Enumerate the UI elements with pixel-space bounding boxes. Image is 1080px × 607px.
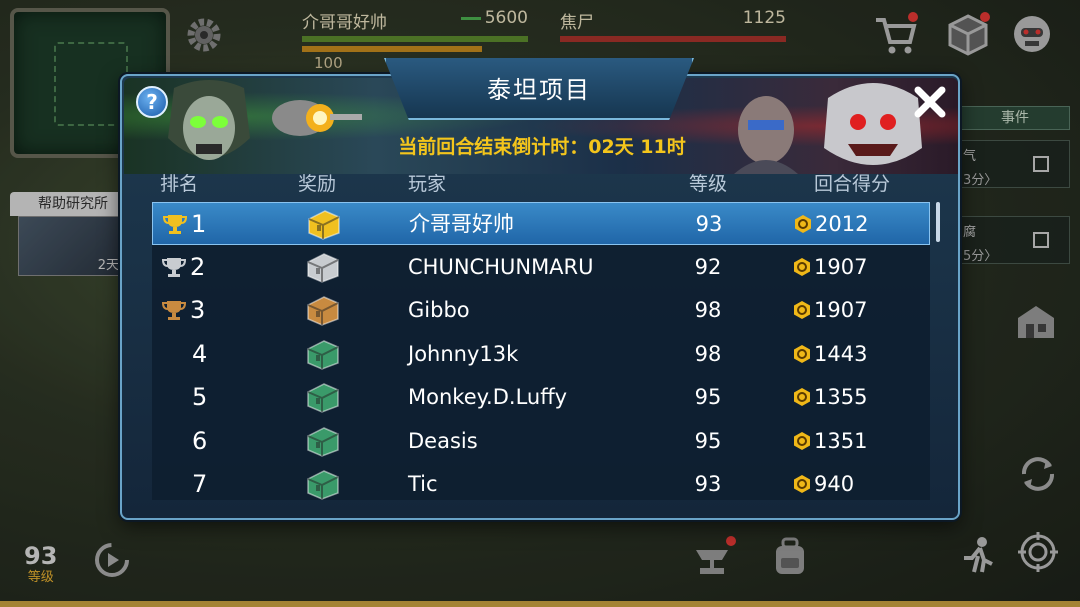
score-value: 1351 (814, 428, 868, 453)
score-coin-icon (794, 301, 810, 319)
player-name[interactable]: Johnny13k (408, 333, 668, 376)
player-level: 93 (695, 212, 723, 236)
score-value: 1907 (814, 254, 868, 279)
leaderboard-list[interactable]: 1 介哥哥好帅 93 2012 2 CHUNCHUNMARU 92 1907 3 Gibbo 98 1… (152, 202, 930, 500)
leaderboard-row[interactable]: 6 Deasis 95 1351 (152, 420, 930, 463)
leaderboard-header: 排名 奖励 玩家 等级 回合得分 (152, 166, 932, 202)
player-name[interactable]: 介哥哥好帅 (409, 203, 669, 246)
trophy-icon (162, 257, 186, 277)
rank-number: 3 (190, 296, 206, 324)
leaderboard-row[interactable]: 7 Tic 93 940 (152, 463, 930, 500)
rank-number: 7 (192, 470, 208, 498)
player-level: 98 (694, 298, 722, 322)
row-rank: 5 (162, 376, 232, 419)
round-score: 1907 (792, 289, 912, 332)
player-name[interactable]: Tic (408, 463, 668, 500)
row-rank: 2 (162, 246, 232, 289)
rank-number: 2 (190, 252, 206, 281)
header-score: 回合得分 (813, 173, 890, 195)
leaderboard-row[interactable]: 2 CHUNCHUNMARU 92 1907 (152, 246, 930, 289)
trophy-icon (162, 301, 186, 320)
player-level: 95 (694, 385, 722, 409)
round-score: 940 (792, 463, 912, 500)
row-rank: 6 (162, 420, 232, 463)
close-icon[interactable] (910, 82, 950, 122)
row-rank: 4 (162, 333, 232, 376)
reward-chest-icon[interactable] (304, 467, 344, 500)
trophy-icon (163, 215, 187, 234)
leaderboard-row[interactable]: 5 Monkey.D.Luffy 95 1355 (152, 376, 930, 419)
player-name[interactable]: Gibbo (408, 289, 668, 332)
player-name[interactable]: Deasis (408, 420, 668, 463)
rank-number: 5 (192, 383, 208, 411)
score-value: 1355 (814, 385, 868, 409)
leaderboard-row[interactable]: 3 Gibbo 98 1907 (152, 289, 930, 332)
score-value: 2012 (815, 212, 869, 236)
score-value: 1907 (814, 298, 868, 322)
leaderboard-row[interactable]: 4 Johnny13k 98 1443 (152, 333, 930, 376)
score-coin-icon (795, 215, 811, 233)
leaderboard-row[interactable]: 1 介哥哥好帅 93 2012 (152, 202, 930, 245)
score-coin-icon (794, 344, 810, 363)
row-rank: 1 (163, 203, 233, 246)
row-rank: 3 (162, 289, 232, 332)
row-rank: 7 (162, 463, 232, 500)
player-level: 98 (694, 341, 722, 366)
round-score: 1907 (792, 246, 912, 289)
score-coin-icon (794, 388, 810, 406)
score-value: 940 (814, 472, 855, 496)
round-score: 1351 (792, 420, 912, 463)
score-coin-icon (794, 475, 810, 493)
round-countdown: 当前回合结束倒计时：02天 11时 (398, 136, 686, 158)
rank-number: 1 (191, 210, 207, 238)
score-value: 1443 (814, 341, 868, 366)
titan-project-dialog: ? 当前回合结束倒计时：02天 11时 泰坦项目 排名 奖励 玩家 等级 回合得… (120, 58, 960, 520)
player-level: 92 (694, 254, 722, 279)
scrollbar[interactable] (936, 202, 940, 242)
round-score: 2012 (793, 203, 913, 246)
header-reward: 奖励 (298, 173, 337, 195)
rank-number: 6 (192, 426, 208, 455)
header-player: 玩家 (408, 173, 447, 195)
dialog-title: 泰坦项目 (487, 76, 591, 104)
round-score: 1355 (792, 376, 912, 419)
round-score: 1443 (792, 333, 912, 376)
header-rank: 排名 (160, 173, 199, 195)
player-name[interactable]: CHUNCHUNMARU (408, 246, 668, 289)
score-coin-icon (794, 431, 810, 450)
help-button[interactable]: ? (136, 86, 168, 118)
player-level: 95 (694, 428, 722, 453)
score-coin-icon (794, 257, 810, 276)
alien-character-image (164, 78, 254, 174)
player-name[interactable]: Monkey.D.Luffy (408, 376, 668, 419)
rank-number: 4 (192, 339, 208, 368)
header-level: 等级 (688, 173, 727, 195)
player-level: 93 (694, 472, 722, 496)
